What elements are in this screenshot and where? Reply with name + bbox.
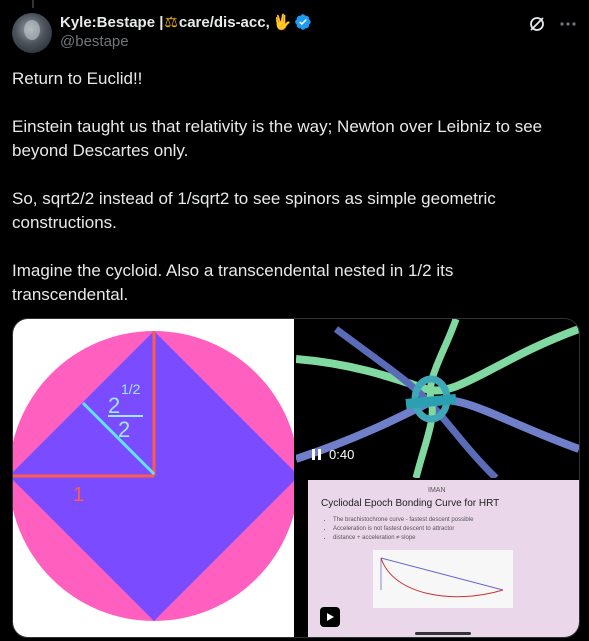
video-duration-badge: 0:40 (312, 447, 354, 462)
avatar-face (24, 20, 40, 40)
more-icon[interactable] (559, 15, 577, 33)
circle-square-diagram: 1 2 1/2 2 (13, 331, 299, 621)
slide-bullet: Acceleration is not fastest descent to a… (333, 525, 473, 534)
slide-title: Cycliodal Epoch Bonding Curve for HRT (321, 498, 500, 509)
pause-icon[interactable] (312, 449, 321, 460)
verified-badge-icon[interactable] (294, 13, 312, 31)
fraction-denominator: 2 (118, 417, 130, 442)
top-actions (527, 14, 577, 34)
scales-emoji-icon: ⚖ (164, 14, 178, 31)
tweet-paragraph: Imagine the cycloid. Also a transcendent… (12, 261, 454, 304)
tweet-paragraph: Einstein taught us that relativity is th… (12, 117, 543, 160)
display-name[interactable]: Kyle:Bestape | (60, 14, 163, 31)
play-icon[interactable] (320, 607, 340, 627)
diagram-image[interactable]: 1 2 1/2 2 (13, 319, 299, 637)
video-thumbnail[interactable]: 0:40 (294, 319, 579, 481)
tweet-text: Return to Euclid!! Einstein taught us th… (12, 67, 572, 331)
thread-connector-line (32, 0, 34, 8)
handle[interactable]: @bestape (60, 33, 529, 50)
slide-bullets: The brachistochrone curve - fastest desc… (321, 516, 473, 543)
slide-chart-svg (380, 557, 504, 598)
slide-thumbnail[interactable]: IMAN Cycliodal Epoch Bonding Curve for H… (308, 480, 579, 637)
grok-icon[interactable] (527, 14, 547, 34)
media-gallery: 1 2 1/2 2 0:40 IMAN Cycliodal Epoch Bond… (12, 318, 580, 638)
vulcan-salute-emoji-icon: 🖖 (272, 14, 292, 31)
video-duration: 0:40 (329, 447, 355, 462)
tweet-paragraph: So, sqrt2/2 instead of 1/sqrt2 to see sp… (12, 189, 496, 232)
avatar[interactable] (12, 13, 52, 53)
fraction-numerator-exponent: 1/2 (121, 381, 141, 397)
fraction-numerator-base: 2 (108, 393, 120, 418)
slide-bullet: distance + acceleration ≠ slope (333, 534, 473, 543)
tweet-paragraph: Return to Euclid!! (12, 69, 143, 88)
slide-bullet: The brachistochrone curve - fastest desc… (333, 516, 473, 525)
display-name-suffix[interactable]: care/dis-acc, (179, 14, 270, 31)
slide-logo: IMAN (428, 487, 446, 494)
name-row[interactable]: Kyle:Bestape | ⚖ care/dis-acc, 🖖 (60, 12, 529, 32)
tweet-header: Kyle:Bestape | ⚖ care/dis-acc, 🖖 @bestap… (60, 12, 529, 50)
gallery-scroll-indicator (415, 632, 471, 635)
radius-label: 1 (73, 484, 84, 506)
slide-chart (373, 550, 513, 608)
